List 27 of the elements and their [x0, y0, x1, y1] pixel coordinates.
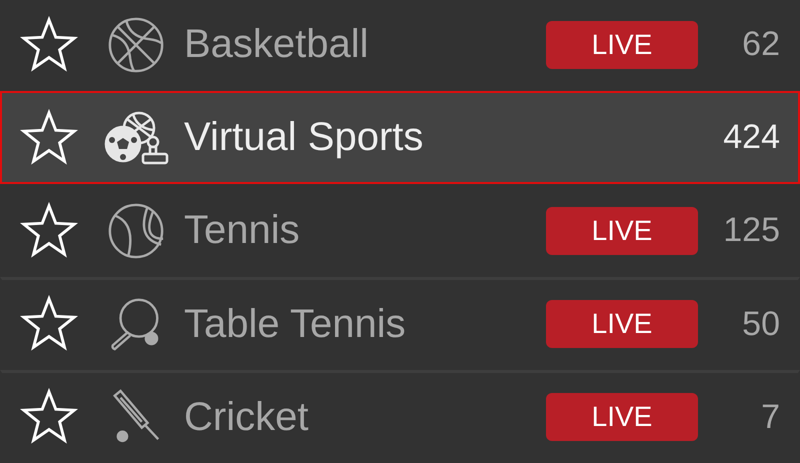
live-badge: LIVE	[546, 300, 698, 348]
star-icon[interactable]	[20, 108, 78, 166]
sport-name: Tennis	[184, 208, 301, 253]
star-icon[interactable]	[20, 295, 78, 353]
event-count: 62	[741, 25, 780, 64]
sport-row[interactable]: Cricket LIVE 7	[0, 370, 800, 463]
star-icon[interactable]	[20, 388, 78, 446]
sport-row[interactable]: Virtual Sports 424	[0, 91, 800, 184]
event-count: 50	[741, 304, 780, 344]
sport-name: Table Tennis	[184, 302, 407, 346]
star-icon[interactable]	[20, 16, 78, 74]
sport-name: Basketball	[184, 22, 370, 67]
sport-name: Virtual Sports	[184, 115, 424, 160]
live-badge: LIVE	[546, 20, 698, 68]
tennis-ball-icon	[107, 202, 165, 260]
sport-row[interactable]: Tennis LIVE 125	[0, 184, 800, 277]
event-count: 7	[760, 398, 780, 436]
live-badge: LIVE	[546, 393, 698, 441]
sport-row[interactable]: Basketball LIVE 62	[0, 0, 800, 91]
sport-name: Cricket	[184, 394, 310, 440]
event-count: 125	[722, 211, 780, 250]
live-badge: LIVE	[546, 206, 698, 254]
star-icon[interactable]	[20, 202, 78, 260]
event-count: 424	[722, 118, 780, 157]
sports-balls-icon	[103, 110, 169, 166]
sport-row[interactable]: Table Tennis LIVE 50	[0, 277, 800, 370]
basketball-icon	[107, 16, 165, 74]
